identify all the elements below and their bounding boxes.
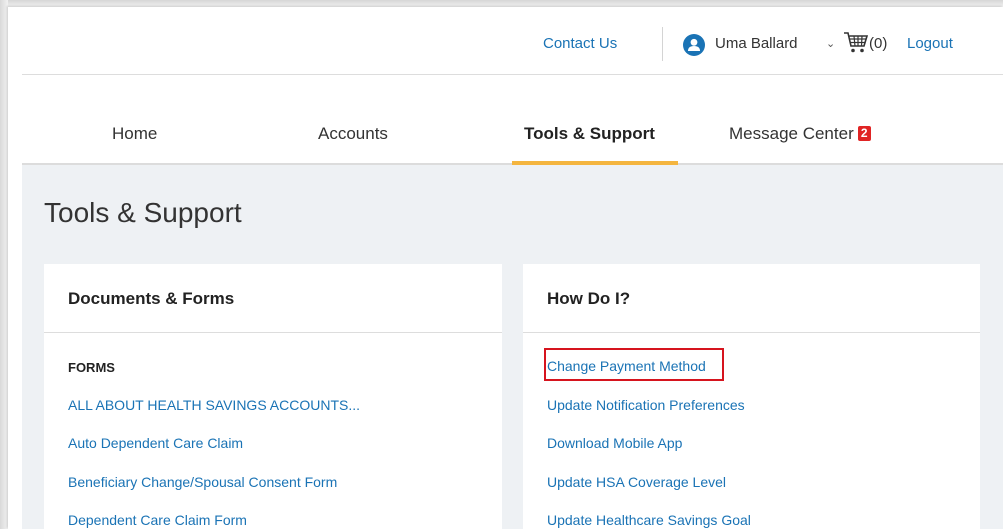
how-do-i-link[interactable]: Download Mobile App bbox=[547, 435, 682, 451]
form-link[interactable]: ALL ABOUT HEALTH SAVINGS ACCOUNTS... bbox=[68, 397, 360, 413]
frame-top-edge bbox=[0, 0, 1003, 7]
form-link[interactable]: Beneficiary Change/Spousal Consent Form bbox=[68, 474, 337, 490]
main-nav: Home Accounts Tools & Support Message Ce… bbox=[22, 75, 1003, 166]
cart-count[interactable]: (0) bbox=[869, 35, 887, 52]
logout-link[interactable]: Logout bbox=[907, 35, 953, 52]
chevron-down-icon[interactable]: ⌄ bbox=[826, 37, 835, 50]
cart-icon[interactable] bbox=[843, 31, 869, 55]
contact-us-link[interactable]: Contact Us bbox=[543, 35, 617, 52]
how-do-i-link[interactable]: Update HSA Coverage Level bbox=[547, 474, 726, 490]
tab-message-center[interactable]: Message Center 2 bbox=[729, 124, 871, 144]
frame-left-edge bbox=[0, 0, 8, 529]
tab-tools-support[interactable]: Tools & Support bbox=[524, 124, 655, 144]
form-link[interactable]: Dependent Care Claim Form bbox=[68, 512, 247, 528]
how-do-i-card: How Do I? Change Payment Method Update N… bbox=[523, 264, 980, 529]
utility-separator bbox=[662, 27, 663, 61]
card-header: How Do I? bbox=[523, 264, 980, 333]
forms-section-label: FORMS bbox=[68, 360, 115, 375]
change-payment-method-link[interactable]: Change Payment Method bbox=[547, 358, 706, 374]
page-title: Tools & Support bbox=[44, 197, 242, 228]
card-title: Documents & Forms bbox=[68, 289, 235, 308]
how-do-i-link[interactable]: Update Healthcare Savings Goal bbox=[547, 512, 751, 528]
tab-home[interactable]: Home bbox=[112, 124, 157, 144]
user-name-menu[interactable]: Uma Ballard bbox=[715, 35, 798, 52]
utility-bar: Contact Us Uma Ballard ⌄ (0) Logout bbox=[22, 7, 1003, 75]
user-avatar-icon[interactable] bbox=[683, 34, 705, 56]
tab-accounts[interactable]: Accounts bbox=[318, 124, 388, 144]
tab-message-center-label: Message Center bbox=[729, 124, 854, 143]
card-title: How Do I? bbox=[547, 289, 631, 308]
app-window: Contact Us Uma Ballard ⌄ (0) Logout Home… bbox=[8, 7, 1003, 529]
card-header: Documents & Forms bbox=[44, 264, 502, 333]
message-count-badge: 2 bbox=[857, 126, 871, 141]
form-link[interactable]: Auto Dependent Care Claim bbox=[68, 435, 243, 451]
main-content: Tools & Support Documents & Forms FORMS … bbox=[22, 165, 1003, 529]
browser-frame: Contact Us Uma Ballard ⌄ (0) Logout Home… bbox=[0, 0, 1003, 529]
how-do-i-link[interactable]: Update Notification Preferences bbox=[547, 397, 745, 413]
documents-forms-card: Documents & Forms FORMS ALL ABOUT HEALTH… bbox=[44, 264, 502, 529]
